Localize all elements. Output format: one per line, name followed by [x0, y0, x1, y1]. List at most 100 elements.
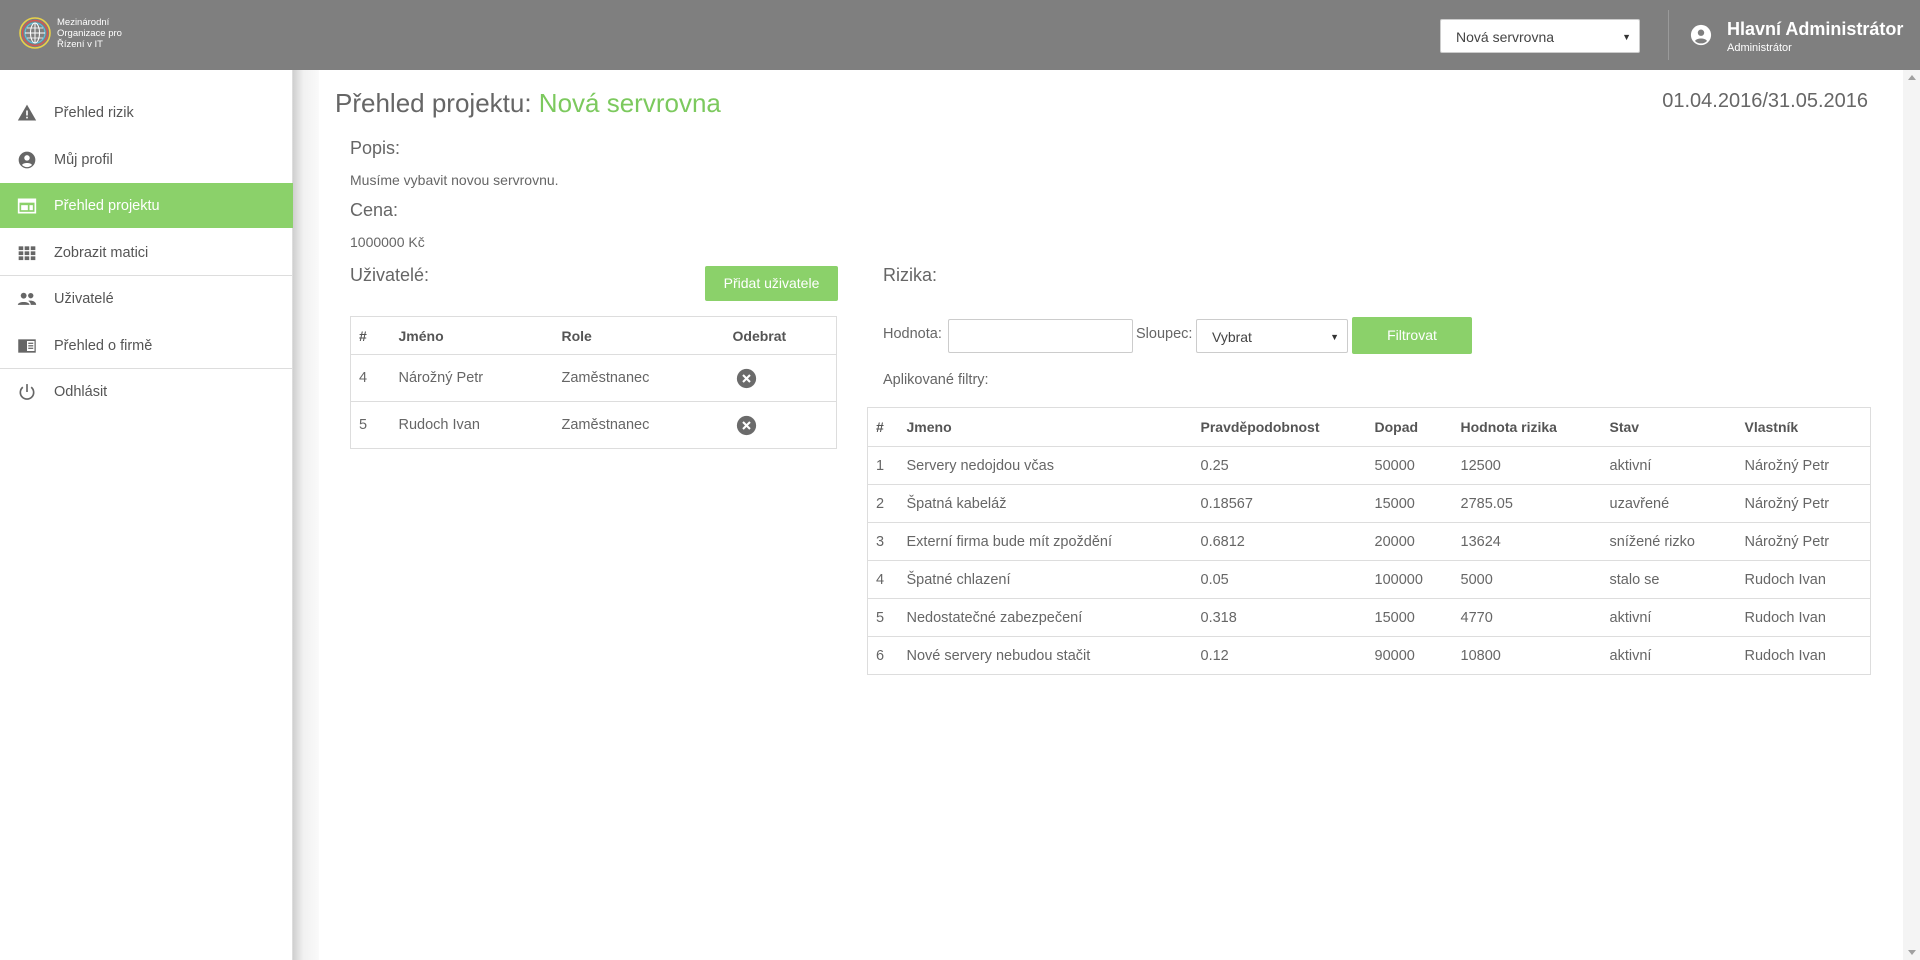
filter-value-label: Hodnota: — [883, 326, 942, 342]
table-row[interactable]: 5 Nedostatečné zabezpečení 0.318 15000 4770 a… — [867, 598, 1871, 637]
risk-status: aktivní — [1601, 636, 1737, 675]
users-table: # Jméno Role Odebrat 4 Nárožný Petr Zamě… — [350, 316, 837, 449]
risk-id: 3 — [867, 522, 899, 561]
web-window-icon — [17, 198, 37, 214]
column-header: Pravděpodobnost — [1192, 407, 1367, 447]
risk-probability: 0.6812 — [1192, 522, 1367, 561]
people-icon — [17, 292, 37, 305]
description-text: Musíme vybavit novou servrovnu. — [350, 172, 559, 188]
applied-filters-label: Aplikované filtry: — [883, 372, 989, 388]
sidebar-item-my-profile[interactable]: Můj profil — [0, 137, 293, 182]
column-header: Vlastník — [1736, 407, 1871, 447]
table-row[interactable]: 1 Servery nedojdou včas 0.25 50000 12500 akti… — [867, 446, 1871, 485]
sidebar-item-show-matrix[interactable]: Zobrazit matici — [0, 230, 293, 275]
table-row[interactable]: 6 Nové servery nebudou stačit 0.12 90000 108… — [867, 636, 1871, 675]
sidebar-item-users[interactable]: Uživatelé — [0, 276, 293, 321]
remove-cell — [724, 354, 837, 402]
column-header: Jméno — [390, 316, 554, 355]
risk-status: snížené rizko — [1601, 522, 1737, 561]
filter-button[interactable]: Filtrovat — [1352, 317, 1472, 354]
user-name-cell: Nárožný Petr — [390, 354, 554, 402]
add-user-button[interactable]: Přidat uživatele — [705, 266, 838, 301]
risk-value: 12500 — [1452, 446, 1602, 485]
sidebar-item-risk-overview[interactable]: Přehled rizik — [0, 90, 293, 135]
risk-value: 5000 — [1452, 560, 1602, 599]
table-header-row: # Jméno Role Odebrat — [350, 316, 837, 355]
risk-name: Nové servery nebudou stačit — [898, 636, 1193, 675]
globe-logo-icon — [19, 17, 51, 49]
page-title-prefix: Přehled projektu: — [335, 88, 532, 118]
grid-icon — [18, 246, 36, 261]
sidebar-item-company-overview[interactable]: Přehled o firmě — [0, 323, 293, 368]
filter-value-input[interactable] — [948, 319, 1133, 353]
risk-impact: 100000 — [1366, 560, 1453, 599]
sidebar-item-label: Odhlásit — [54, 383, 108, 400]
price-label: Cena: — [350, 200, 399, 220]
risk-impact: 15000 — [1366, 598, 1453, 637]
filter-column-select[interactable]: Vybrat ▼ — [1196, 319, 1348, 353]
scroll-up-arrow-icon[interactable] — [1908, 75, 1916, 80]
column-header: # — [350, 316, 391, 355]
user-name-cell: Rudoch Ivan — [390, 401, 554, 449]
warning-icon — [17, 104, 37, 121]
caret-down-icon: ▼ — [1330, 332, 1339, 342]
risk-probability: 0.318 — [1192, 598, 1367, 637]
risk-probability: 0.05 — [1192, 560, 1367, 599]
risk-owner: Nárožný Petr — [1736, 446, 1871, 485]
top-bar: Mezinárodní Organizace pro Řízení v IT N… — [0, 0, 1920, 70]
risks-table: # Jmeno Pravděpodobnost Dopad Hodnota ri… — [867, 407, 1871, 675]
account-circle-icon[interactable] — [1690, 24, 1712, 46]
risk-probability: 0.18567 — [1192, 484, 1367, 523]
sidebar-item-project-overview[interactable]: Přehled projektu — [0, 183, 293, 228]
risk-value: 10800 — [1452, 636, 1602, 675]
sidebar-shadow — [293, 70, 319, 960]
logo-line: Mezinárodní — [57, 16, 110, 28]
sidebar-item-label: Zobrazit matici — [54, 244, 149, 261]
project-date-range: 01.04.2016/31.05.2016 — [1662, 90, 1868, 112]
page-scrollbar[interactable] — [1903, 70, 1920, 960]
main-content: Přehled projektu: Nová servrovna 01.04.2… — [319, 70, 1900, 960]
risk-name: Externí firma bude mít zpoždění — [898, 522, 1193, 561]
column-header: Jmeno — [898, 407, 1193, 447]
table-row[interactable]: 4 Špatné chlazení 0.05 100000 5000 stalo se Ru… — [867, 560, 1871, 599]
organization-logo[interactable]: Mezinárodní Organizace pro Řízení v IT — [18, 16, 122, 50]
risk-impact: 20000 — [1366, 522, 1453, 561]
table-header-row: # Jmeno Pravděpodobnost Dopad Hodnota ri… — [867, 407, 1871, 447]
risk-name: Nedostatečné zabezpečení — [898, 598, 1193, 637]
sidebar-item-label: Uživatelé — [54, 290, 114, 307]
column-header: Odebrat — [724, 316, 837, 355]
risk-status: uzavřené — [1601, 484, 1737, 523]
user-id: 5 — [350, 401, 391, 449]
risk-owner: Nárožný Petr — [1736, 484, 1871, 523]
risk-probability: 0.12 — [1192, 636, 1367, 675]
risk-owner: Rudoch Ivan — [1736, 636, 1871, 675]
user-name[interactable]: Hlavní Administrátor — [1727, 19, 1903, 40]
risk-name: Servery nedojdou včas — [898, 446, 1193, 485]
scroll-down-arrow-icon[interactable] — [1908, 950, 1916, 955]
users-heading: Uživatelé: — [350, 265, 430, 285]
remove-user-icon[interactable] — [736, 415, 757, 436]
column-header: Hodnota rizika — [1452, 407, 1602, 447]
risk-impact: 90000 — [1366, 636, 1453, 675]
remove-user-icon[interactable] — [736, 368, 757, 389]
risk-status: stalo se — [1601, 560, 1737, 599]
risk-id: 4 — [867, 560, 899, 599]
risks-heading: Rizika: — [883, 265, 938, 285]
sidebar-item-label: Přehled rizik — [54, 104, 134, 121]
user-role: Administrátor — [1727, 42, 1792, 54]
risk-id: 1 — [867, 446, 899, 485]
sidebar-item-label: Přehled projektu — [54, 197, 160, 214]
risk-probability: 0.25 — [1192, 446, 1367, 485]
table-row[interactable]: 3 Externí firma bude mít zpoždění 0.6812 20… — [867, 522, 1871, 561]
sidebar: Přehled rizik Můj profil Přehled projekt… — [0, 70, 293, 960]
price-value: 1000000 Kč — [350, 234, 425, 250]
table-row[interactable]: 2 Špatná kabeláž 0.18567 15000 2785.05 uzavře… — [867, 484, 1871, 523]
power-icon — [19, 384, 35, 400]
logo-line: Organizace pro — [57, 27, 122, 39]
page-title-project-name: Nová servrovna — [538, 88, 721, 118]
sidebar-item-logout[interactable]: Odhlásit — [0, 369, 293, 414]
page-title: Přehled projektu: Nová servrovna — [335, 88, 721, 119]
column-header: Dopad — [1366, 407, 1453, 447]
project-select[interactable]: Nová servrovna ▼ — [1440, 19, 1640, 53]
sidebar-item-label: Přehled o firmě — [54, 337, 153, 354]
